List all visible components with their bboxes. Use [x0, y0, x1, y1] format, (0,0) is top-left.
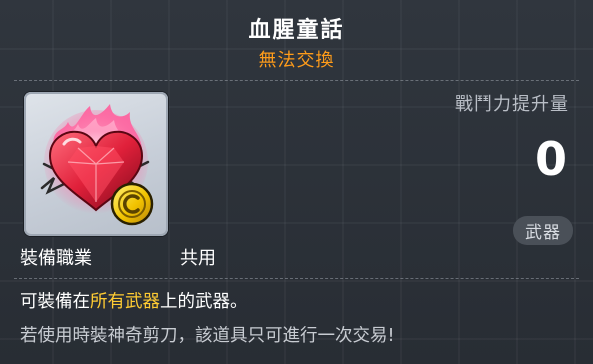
- item-tooltip: 血腥童話 無法交換 戰鬥力提升量 0 武器 裝備職業 共用 可裝備在所有武器上的…: [0, 0, 593, 364]
- job-value: 共用: [180, 248, 216, 269]
- divider-top: [14, 80, 579, 81]
- category-badge: 武器: [513, 216, 573, 245]
- description-text: 可裝備在: [20, 292, 90, 312]
- description-text: 上的武器。: [160, 292, 248, 312]
- item-name: 血腥童話: [248, 18, 345, 43]
- description-line-1: 可裝備在所有武器上的武器。: [20, 288, 248, 313]
- bloody-heart-gem-icon: [40, 104, 154, 226]
- item-icon-frame[interactable]: [24, 92, 168, 236]
- job-label: 裝備職業: [20, 248, 92, 269]
- power-increase-value: 0: [534, 132, 567, 186]
- trade-status: 無法交換: [258, 50, 335, 71]
- power-increase-label: 戰鬥力提升量: [455, 94, 569, 115]
- divider-middle: [14, 278, 579, 279]
- description-highlight: 所有武器: [90, 292, 160, 312]
- description-line-2: 若使用時裝神奇剪刀，該道具只可進行一次交易!: [20, 326, 395, 346]
